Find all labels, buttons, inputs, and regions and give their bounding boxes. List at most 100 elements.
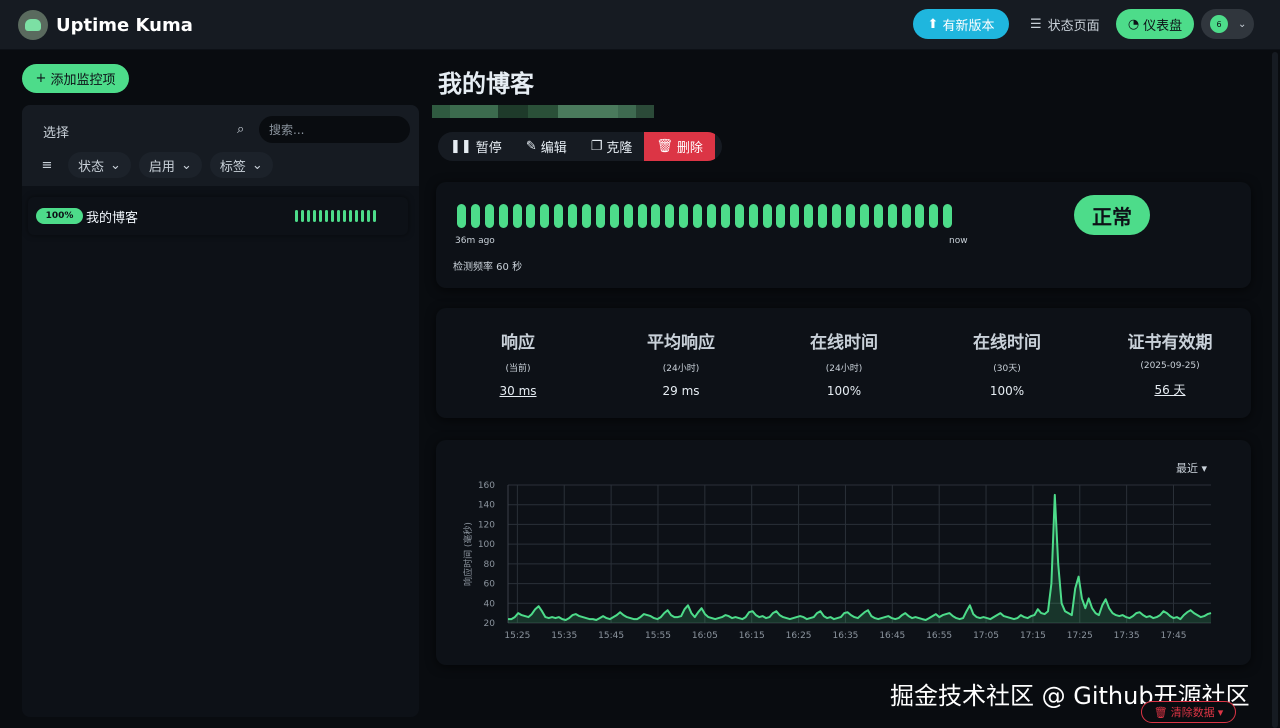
heartbeat-beat	[540, 204, 550, 228]
stat-title: 在线时间	[810, 333, 878, 353]
avatar: 6	[1210, 15, 1228, 33]
y-tick-label: 120	[478, 520, 495, 530]
add-monitor-label: 添加监控项	[50, 73, 116, 88]
x-tick-label: 17:45	[1161, 631, 1187, 641]
x-tick-label: 17:15	[1020, 631, 1046, 641]
stat-cert-expiry: 证书有效期 (2025-09-25) 56 天	[1095, 328, 1245, 398]
search-input[interactable]	[259, 116, 410, 143]
heartbeat-beat	[845, 204, 855, 228]
heartbeat-beat	[623, 204, 633, 228]
filter-active-dropdown[interactable]: 启用 ⌄	[138, 152, 202, 178]
chevron-down-icon: ⌄	[180, 157, 192, 173]
brand[interactable]: Uptime Kuma	[18, 10, 193, 40]
delete-label: 删除	[676, 141, 703, 156]
filter-tags-dropdown[interactable]: 标签 ⌄	[209, 152, 273, 178]
x-tick-label: 16:35	[832, 631, 858, 641]
heartbeat-beat	[762, 204, 772, 228]
status-page-label: 状态页面	[1047, 19, 1100, 34]
heartbeat-beat	[748, 204, 758, 228]
mini-heartbeat-beat	[349, 210, 352, 222]
y-tick-label: 80	[484, 560, 496, 570]
heartbeat-beat	[498, 204, 508, 228]
clone-label: 克隆	[606, 141, 633, 156]
status-page-link[interactable]: ☰ 状态页面	[1030, 15, 1100, 34]
x-tick-label: 15:25	[504, 631, 530, 641]
heartbeat-start-time: 36m ago	[455, 236, 495, 246]
x-tick-label: 15:35	[551, 631, 577, 641]
y-tick-label: 20	[484, 619, 496, 629]
mini-heartbeat-beat	[319, 210, 322, 222]
monitor-actions: ❚❚ 暂停 ✎ 编辑 ❐ 克隆 🗑 删除	[438, 132, 722, 161]
delete-button[interactable]: 🗑 删除	[644, 132, 715, 161]
stat-value-link[interactable]: 30 ms	[499, 384, 536, 398]
stat-subtitle: (24小时)	[825, 364, 863, 374]
mini-heartbeat-beat	[361, 210, 364, 222]
stat-value: 29 ms	[662, 384, 700, 398]
heartbeat-beat	[804, 204, 814, 228]
heartbeat-beat	[651, 204, 661, 228]
dashboard-button[interactable]: ◔ 仪表盘	[1116, 9, 1194, 39]
page-title: 我的博客	[438, 70, 534, 98]
heartbeat-beat	[526, 204, 536, 228]
y-tick-label: 160	[478, 481, 495, 491]
heartbeat-beat	[873, 204, 883, 228]
caret-down-icon: ▾	[1217, 705, 1224, 719]
heartbeat-beat	[901, 204, 911, 228]
stat-value-link[interactable]: 56 天	[1154, 381, 1185, 398]
monitor-list-item[interactable]: 100% 我的博客	[28, 197, 408, 235]
select-button[interactable]: 选择	[34, 118, 78, 145]
app-title: Uptime Kuma	[56, 14, 193, 36]
heartbeat-beat	[790, 204, 800, 228]
heartbeat-beat	[776, 204, 786, 228]
heartbeat-beat	[484, 204, 494, 228]
profile-dropdown[interactable]: 6 ⌄	[1201, 9, 1254, 39]
page-scrollbar[interactable]	[1272, 52, 1278, 728]
stat-subtitle: (24小时)	[662, 364, 700, 374]
stat-title: 响应	[501, 333, 535, 353]
stat-subtitle: (30天)	[993, 364, 1021, 374]
heartbeat-beat	[929, 204, 939, 228]
edit-button[interactable]: ✎ 编辑	[514, 132, 579, 161]
stat-uptime-30d: 在线时间 (30天) 100%	[932, 328, 1082, 399]
gauge-icon: ◔	[1127, 16, 1140, 32]
heartbeat-beat	[568, 204, 578, 228]
monitor-list-header: 选择 ⌕ ≡ 状态 ⌄ 启用 ⌄ 标签 ⌄	[22, 105, 419, 186]
stat-title: 平均响应	[647, 333, 715, 353]
pause-label: 暂停	[475, 141, 502, 156]
arrow-up-circle-icon: ⬆	[927, 16, 939, 32]
new-version-button[interactable]: ⬆ 有新版本	[913, 9, 1009, 39]
plus-icon: +	[35, 71, 47, 86]
heartbeat-beat	[554, 204, 564, 228]
stat-subtitle: (2025-09-25)	[1140, 361, 1200, 371]
add-monitor-button[interactable]: + 添加监控项	[22, 64, 129, 93]
heartbeat-beat	[665, 204, 675, 228]
x-tick-label: 16:45	[879, 631, 905, 641]
clone-button[interactable]: ❐ 克隆	[579, 132, 645, 161]
y-tick-label: 60	[484, 580, 496, 590]
filter-status-dropdown[interactable]: 状态 ⌄	[68, 152, 131, 178]
filter-icon[interactable]: ≡	[34, 158, 60, 173]
mini-heartbeat-beat	[313, 210, 316, 222]
mini-heartbeat-beat	[325, 210, 328, 222]
x-tick-label: 17:05	[973, 631, 999, 641]
monitor-url-redacted	[432, 105, 654, 118]
x-tick-label: 16:55	[926, 631, 952, 641]
heartbeat-beat	[609, 204, 619, 228]
stat-uptime-24h: 在线时间 (24小时) 100%	[769, 328, 919, 399]
heartbeat-bar	[457, 204, 953, 228]
stat-response: 响应 (当前) 30 ms	[443, 328, 593, 399]
mini-heartbeat-beat	[295, 210, 298, 222]
pause-button[interactable]: ❚❚ 暂停	[438, 132, 514, 161]
heartbeat-beat	[818, 204, 828, 228]
mini-heartbeat-beat	[307, 210, 310, 222]
clear-data-button[interactable]: 🗑 清除数据 ▾	[1141, 701, 1236, 723]
x-tick-label: 17:25	[1067, 631, 1093, 641]
x-tick-label: 16:25	[786, 631, 812, 641]
y-tick-label: 40	[484, 599, 496, 609]
heartbeat-end-time: now	[949, 236, 968, 246]
mini-heartbeat-beat	[343, 210, 346, 222]
heartbeat-beat	[582, 204, 592, 228]
stat-avg-response: 平均响应 (24小时) 29 ms	[606, 328, 756, 399]
x-tick-label: 16:15	[739, 631, 765, 641]
monitor-name: 我的博客	[86, 211, 139, 226]
